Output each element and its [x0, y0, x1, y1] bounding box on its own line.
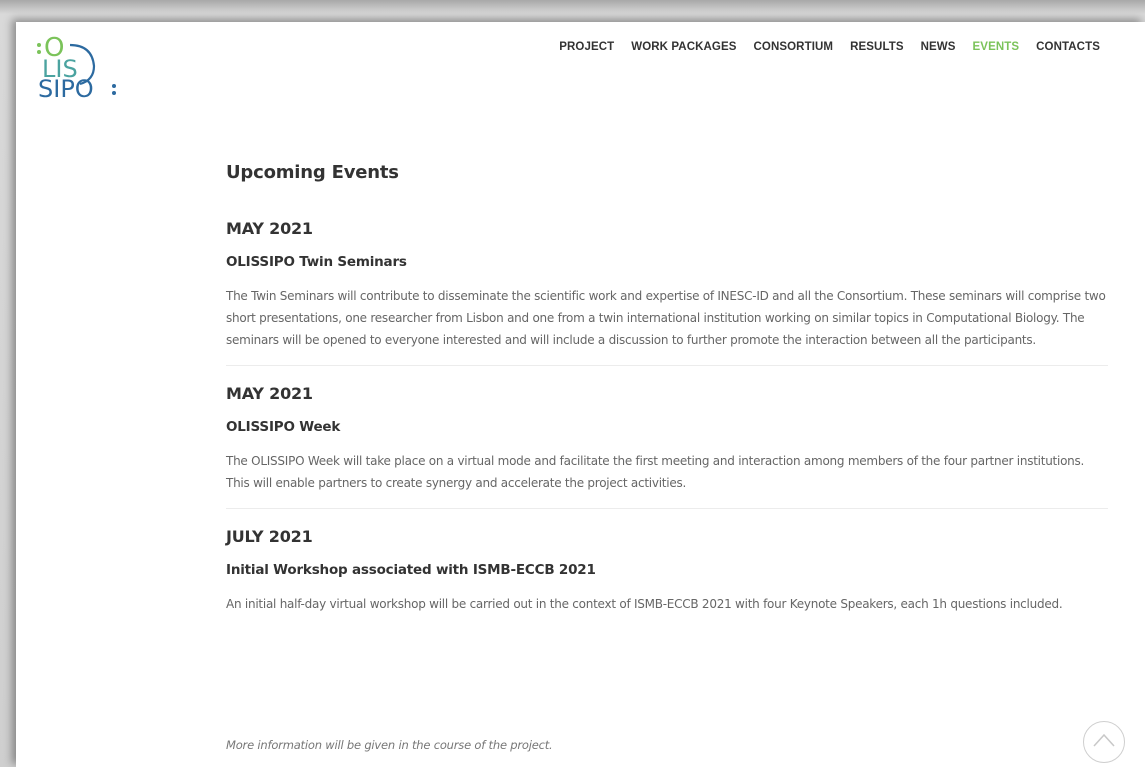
olissipo-logo[interactable]: O LIS SIPO: [36, 28, 146, 103]
event-title: OLISSIPO Twin Seminars: [226, 254, 407, 270]
event-item: MAY 2021 OLISSIPO Week The OLISSIPO Week…: [226, 384, 1108, 494]
event-divider: [226, 365, 1108, 366]
event-date: MAY 2021: [226, 219, 313, 238]
main-nav: PROJECT WORK PACKAGES CONSORTIUM RESULTS…: [559, 41, 1100, 53]
event-divider: [226, 508, 1108, 509]
nav-item-consortium[interactable]: CONSORTIUM: [754, 41, 834, 53]
info-note: More information will be given in the co…: [226, 738, 553, 752]
logo-graphic: O LIS SIPO: [37, 33, 116, 103]
event-item: MAY 2021 OLISSIPO Twin Seminars The Twin…: [226, 219, 1108, 351]
event-title: Initial Workshop associated with ISMB-EC…: [226, 562, 596, 578]
chevron-up-icon: [1093, 733, 1115, 747]
event-date: JULY 2021: [226, 527, 313, 546]
nav-item-work-packages[interactable]: WORK PACKAGES: [631, 41, 736, 53]
event-title: OLISSIPO Week: [226, 419, 341, 435]
event-date: MAY 2021: [226, 384, 313, 403]
events-content: Upcoming Events MAY 2021 OLISSIPO Twin S…: [226, 162, 1108, 615]
event-item: JULY 2021 Initial Workshop associated wi…: [226, 527, 1108, 615]
nav-item-contacts[interactable]: CONTACTS: [1036, 41, 1100, 53]
event-description: An initial half-day virtual workshop wil…: [226, 597, 1063, 611]
event-description: The Twin Seminars will contribute to dis…: [226, 289, 1106, 347]
nav-item-events[interactable]: EVENTS: [973, 41, 1020, 53]
scroll-to-top-button[interactable]: [1083, 721, 1125, 763]
nav-item-results[interactable]: RESULTS: [850, 41, 904, 53]
web-page: O LIS SIPO PROJECT WORK PACKAGES CONSORT…: [16, 22, 1145, 767]
logo-line3: SIPO: [38, 75, 94, 98]
event-description: The OLISSIPO Week will take place on a v…: [226, 454, 1085, 490]
nav-item-project[interactable]: PROJECT: [559, 41, 614, 53]
nav-item-news[interactable]: NEWS: [921, 41, 956, 53]
page-title: Upcoming Events: [226, 162, 399, 183]
